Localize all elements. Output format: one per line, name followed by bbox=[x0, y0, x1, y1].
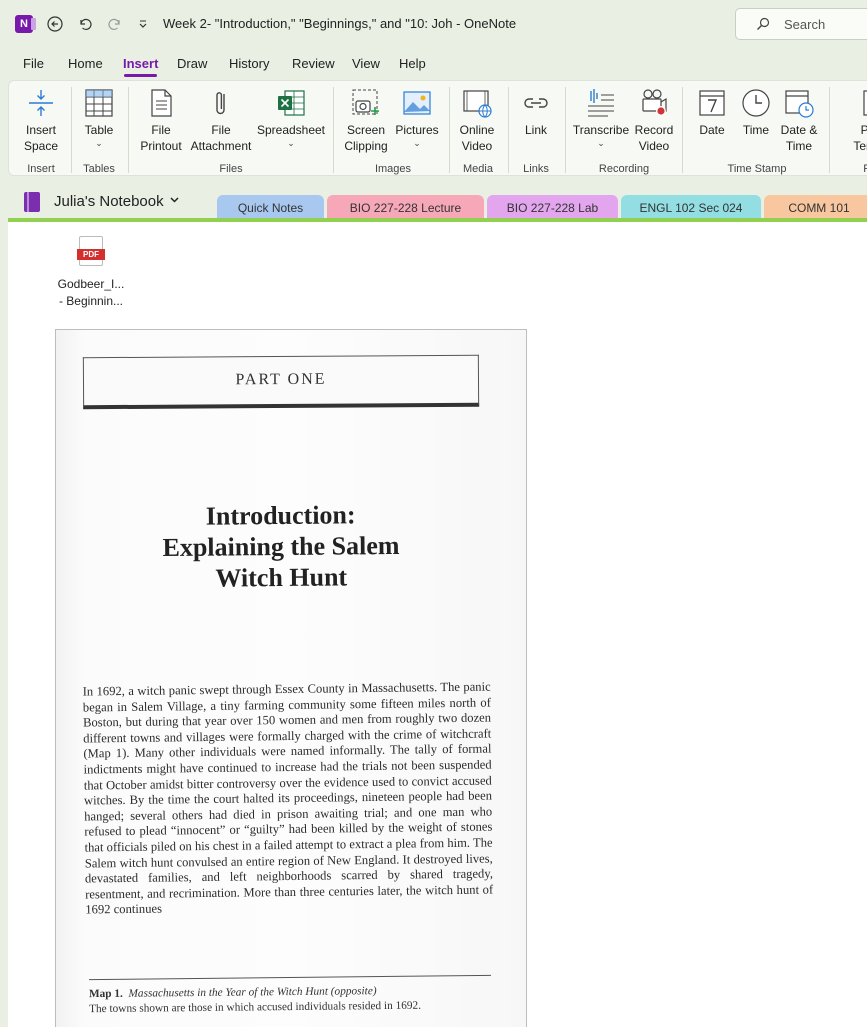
online-video-icon bbox=[463, 90, 492, 118]
body-paragraph: In 1692, a witch panic swept through Ess… bbox=[82, 679, 494, 917]
caption-divider bbox=[89, 974, 491, 981]
ribbon-insert: Insert Space Table ⌄ File Printout File … bbox=[8, 80, 867, 176]
file-printout-button[interactable]: File Printout bbox=[133, 87, 189, 154]
tab-home[interactable]: Home bbox=[68, 56, 103, 71]
group-label-images: Images bbox=[374, 163, 412, 175]
chapter-title: Introduction: Explaining the Salem Witch… bbox=[162, 500, 400, 593]
section-tab-label: BIO 227-228 Lab bbox=[506, 200, 599, 215]
tab-view[interactable]: View bbox=[352, 56, 380, 71]
tab-insert[interactable]: Insert bbox=[123, 56, 158, 71]
chevron-down-icon[interactable] bbox=[169, 194, 180, 208]
section-tab-comm-101[interactable]: COMM 101 bbox=[764, 195, 867, 220]
page-templates-button[interactable]: Pa Temp bbox=[835, 87, 867, 154]
date-button[interactable]: Date bbox=[691, 87, 733, 138]
part-heading-box: PART ONE bbox=[82, 354, 480, 410]
pdf-attachment[interactable]: PDF Godbeer_I... - Beginnin... bbox=[54, 236, 128, 310]
undo-icon[interactable] bbox=[74, 13, 96, 35]
section-tab-engl-102[interactable]: ENGL 102 Sec 024 bbox=[621, 195, 761, 220]
tab-draw[interactable]: Draw bbox=[177, 56, 207, 71]
page-templates-icon bbox=[863, 90, 867, 116]
section-tab-quick-notes[interactable]: Quick Notes bbox=[217, 195, 324, 220]
search-placeholder: Search bbox=[784, 16, 826, 32]
time-button[interactable]: Time bbox=[735, 87, 777, 138]
group-label-tables: Tables bbox=[83, 163, 115, 175]
picture-icon bbox=[403, 91, 431, 115]
window-title: Week 2- "Introduction," "Beginnings," an… bbox=[163, 16, 517, 31]
file-printout-icon bbox=[151, 89, 172, 117]
link-button[interactable]: Link bbox=[513, 87, 559, 138]
clock-icon bbox=[742, 89, 770, 117]
group-label-time-stamp: Time Stamp bbox=[727, 163, 787, 175]
online-video-button[interactable]: Online Video bbox=[451, 87, 503, 154]
calendar-date-icon bbox=[699, 90, 725, 116]
screen-clipping-icon bbox=[352, 89, 379, 115]
group-label-pages: Pa bbox=[863, 163, 867, 175]
table-button[interactable]: Table ⌄ bbox=[75, 87, 123, 148]
group-label-media: Media bbox=[463, 163, 493, 175]
redo-icon[interactable] bbox=[104, 13, 126, 35]
group-label-insert: Insert bbox=[27, 163, 55, 175]
insert-space-icon bbox=[29, 90, 53, 116]
transcribe-icon bbox=[588, 89, 614, 117]
active-tab-indicator bbox=[124, 74, 157, 77]
pdf-file-icon: PDF bbox=[77, 236, 105, 266]
spreadsheet-button[interactable]: Spreadsheet ⌄ bbox=[255, 87, 327, 148]
back-icon[interactable] bbox=[44, 13, 66, 35]
search-icon bbox=[757, 17, 770, 30]
link-icon bbox=[524, 98, 548, 108]
section-tab-label: COMM 101 bbox=[788, 200, 850, 215]
tab-history[interactable]: History bbox=[229, 56, 269, 71]
group-label-links: Links bbox=[523, 163, 549, 175]
notebook-icon bbox=[24, 192, 40, 212]
transcribe-button[interactable]: Transcribe ⌄ bbox=[571, 87, 631, 148]
onenote-app-icon: N bbox=[15, 15, 36, 33]
group-label-files: Files bbox=[219, 163, 243, 175]
notebook-bar: Julia's Notebook Quick Notes BIO 227-228… bbox=[0, 186, 867, 220]
ribbon-tabs: File Home Insert Draw History Review Vie… bbox=[0, 52, 867, 78]
title-bar: N Week 2- "Introduction," "Beginnings," … bbox=[0, 0, 867, 48]
file-attachment-button[interactable]: File Attachment bbox=[187, 87, 255, 154]
map-caption: Map 1. Massachusetts in the Year of the … bbox=[88, 985, 422, 1016]
pdf-printout-page[interactable]: PART ONE Introduction: Explaining the Sa… bbox=[55, 329, 527, 1027]
notebook-name[interactable]: Julia's Notebook bbox=[54, 193, 164, 210]
record-video-button[interactable]: Record Video bbox=[629, 87, 679, 154]
attachment-filename: Godbeer_I... - Beginnin... bbox=[57, 277, 125, 308]
quick-access-dropdown-icon[interactable] bbox=[132, 13, 154, 35]
excel-spreadsheet-icon bbox=[278, 90, 305, 116]
group-label-recording: Recording bbox=[598, 163, 650, 175]
section-tab-bio-lecture[interactable]: BIO 227-228 Lecture bbox=[327, 195, 484, 220]
calendar-clock-icon bbox=[785, 90, 814, 118]
screen-clipping-button[interactable]: Screen Clipping bbox=[339, 87, 393, 154]
record-video-icon bbox=[642, 89, 667, 116]
table-icon bbox=[85, 89, 113, 117]
date-time-button[interactable]: Date & Time bbox=[777, 87, 821, 154]
search-box[interactable]: Search bbox=[735, 8, 867, 40]
page-canvas[interactable]: PDF Godbeer_I... - Beginnin... PART ONE … bbox=[8, 222, 867, 1027]
tab-review[interactable]: Review bbox=[292, 56, 335, 71]
paperclip-icon bbox=[216, 92, 225, 115]
section-tab-label: BIO 227-228 Lecture bbox=[349, 200, 462, 215]
section-tab-label: ENGL 102 Sec 024 bbox=[639, 200, 743, 215]
part-heading: PART ONE bbox=[235, 370, 327, 389]
pictures-button[interactable]: Pictures ⌄ bbox=[391, 87, 443, 148]
tab-help[interactable]: Help bbox=[399, 56, 426, 71]
insert-space-button[interactable]: Insert Space bbox=[13, 87, 69, 154]
tab-file[interactable]: File bbox=[23, 56, 44, 71]
section-tab-bio-lab[interactable]: BIO 227-228 Lab bbox=[487, 195, 618, 220]
section-tab-label: Quick Notes bbox=[237, 200, 304, 215]
